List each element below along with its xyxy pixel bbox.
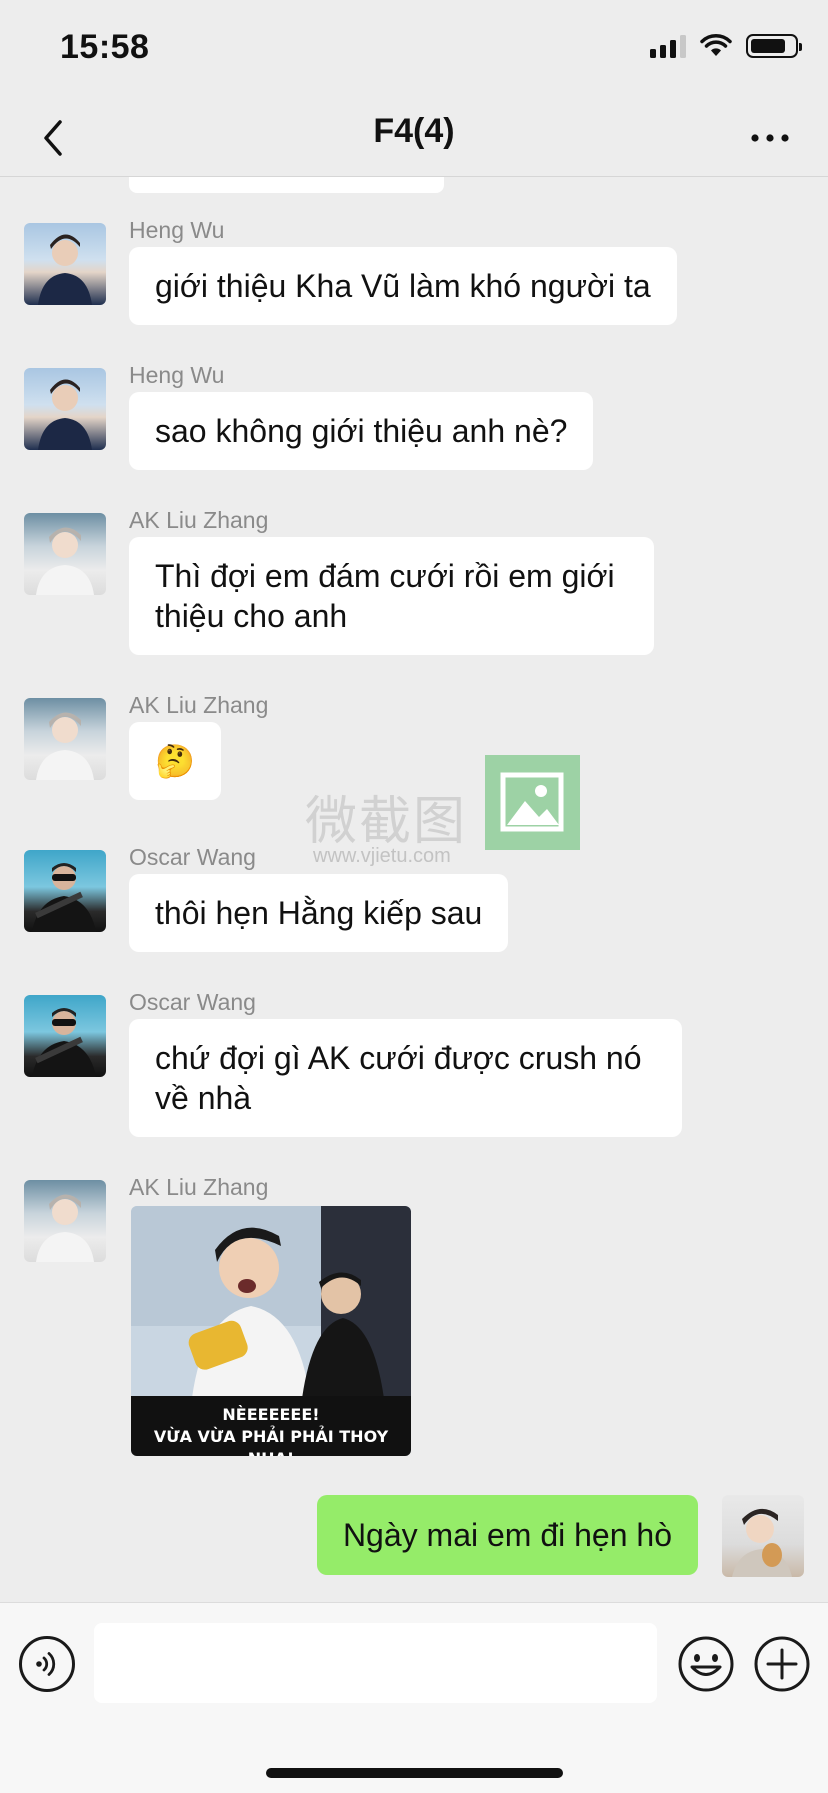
message-bubble[interactable]: Thì đợi em đám cưới rồi em giới thiệu ch… bbox=[129, 537, 654, 655]
battery-icon bbox=[746, 34, 802, 58]
sender-name: Oscar Wang bbox=[129, 844, 256, 870]
message-bubble[interactable]: giới thiệu Kha Vũ làm khó người ta bbox=[129, 247, 677, 325]
voice-icon bbox=[36, 1652, 56, 1676]
message-list[interactable]: Heng Wu giới thiệu Kha Vũ làm khó người … bbox=[0, 177, 828, 1602]
cellular-signal-icon bbox=[650, 34, 686, 58]
avatar[interactable] bbox=[24, 223, 106, 305]
sender-name: Heng Wu bbox=[129, 217, 225, 243]
chat-header: F4(4) bbox=[0, 100, 828, 177]
more-dots-icon bbox=[751, 134, 789, 142]
sender-name: AK Liu Zhang bbox=[129, 507, 269, 533]
status-bar: 15:58 bbox=[0, 0, 828, 100]
home-indicator[interactable] bbox=[266, 1768, 563, 1778]
message-text: thôi hẹn Hằng kiếp sau bbox=[155, 895, 483, 931]
avatar[interactable] bbox=[24, 368, 106, 450]
message-bubble[interactable]: sao không giới thiệu anh nè? bbox=[129, 392, 594, 470]
status-time: 15:58 bbox=[60, 28, 150, 66]
avatar[interactable] bbox=[24, 513, 106, 595]
sender-name: Oscar Wang bbox=[129, 989, 256, 1015]
sticker-caption-line: VỪA VỪA PHẢI PHẢI THOY NHA! bbox=[153, 1427, 389, 1456]
chat-title: F4(4) bbox=[373, 112, 455, 150]
message-bubble[interactable] bbox=[129, 177, 444, 193]
avatar[interactable] bbox=[24, 1180, 106, 1262]
message-bubble[interactable]: 🤔 bbox=[129, 722, 221, 800]
avatar[interactable] bbox=[24, 850, 106, 932]
sender-name: Heng Wu bbox=[129, 362, 225, 388]
message-bubble-self[interactable]: Ngày mai em đi hẹn hò bbox=[316, 1495, 698, 1575]
emoji-button[interactable] bbox=[676, 1634, 736, 1694]
message-text: Ngày mai em đi hẹn hò bbox=[342, 1517, 672, 1553]
watermark: 微截图 www.vjietu.com bbox=[305, 755, 580, 879]
sticker-caption-line: NÈEEEEEE! bbox=[222, 1405, 320, 1424]
sender-name: AK Liu Zhang bbox=[129, 692, 269, 718]
image-icon bbox=[485, 755, 580, 850]
more-actions-button[interactable] bbox=[752, 1634, 812, 1694]
watermark-text: 微截图 bbox=[305, 792, 468, 852]
emoji-icon bbox=[678, 1636, 734, 1692]
message-text: sao không giới thiệu anh nè? bbox=[155, 413, 568, 449]
avatar[interactable] bbox=[24, 995, 106, 1077]
message-text: Thì đợi em đám cưới rồi em giới thiệu ch… bbox=[155, 558, 615, 634]
thinking-emoji: 🤔 bbox=[155, 743, 195, 779]
input-bar bbox=[0, 1602, 828, 1793]
avatar[interactable] bbox=[24, 698, 106, 780]
plus-icon bbox=[754, 1636, 810, 1692]
status-icons bbox=[650, 34, 802, 58]
sticker-image[interactable]: NÈEEEEEE! VỪA VỪA PHẢI PHẢI THOY NHA! bbox=[131, 1206, 411, 1456]
message-text: giới thiệu Kha Vũ làm khó người ta bbox=[155, 268, 651, 304]
sticker-caption: NÈEEEEEE! VỪA VỪA PHẢI PHẢI THOY NHA! bbox=[131, 1396, 411, 1456]
watermark-url: www.vjietu.com bbox=[313, 845, 451, 867]
sender-name: AK Liu Zhang bbox=[129, 1174, 269, 1200]
message-bubble[interactable]: thôi hẹn Hằng kiếp sau bbox=[129, 874, 509, 952]
message-text: chứ đợi gì AK cưới được crush nó về nhà bbox=[155, 1040, 642, 1116]
message-input[interactable] bbox=[94, 1623, 657, 1703]
voice-button[interactable] bbox=[19, 1636, 75, 1692]
wifi-icon bbox=[700, 34, 732, 56]
message-bubble[interactable]: chứ đợi gì AK cưới được crush nó về nhà bbox=[129, 1019, 682, 1137]
more-button[interactable] bbox=[742, 110, 798, 166]
my-avatar[interactable] bbox=[722, 1495, 804, 1577]
